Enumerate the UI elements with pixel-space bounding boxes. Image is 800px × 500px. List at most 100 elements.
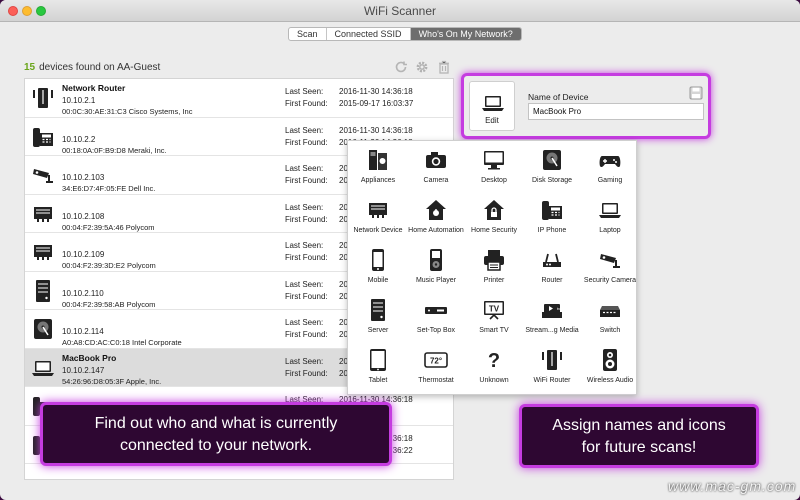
last-seen-label: Last Seen: <box>285 279 324 289</box>
ip-phone-icon <box>540 198 564 222</box>
icon-option-laptop[interactable]: Laptop <box>581 192 639 242</box>
appliances-icon <box>366 148 390 172</box>
banner-right-line-2: for future scans! <box>581 439 697 456</box>
icon-option-label: Security Camera <box>583 277 637 284</box>
device-ip: 10.10.2.110 <box>62 288 104 298</box>
router-icon <box>540 248 564 272</box>
icon-option-camera[interactable]: Camera <box>407 142 465 192</box>
icon-option-ip-phone[interactable]: IP Phone <box>523 192 581 242</box>
icon-option-switch[interactable]: Switch <box>581 292 639 342</box>
icon-option-label: Stream...g Media <box>525 327 579 334</box>
refresh-icon[interactable] <box>394 60 408 74</box>
last-seen-value: 2016-11-30 14:36:18 <box>339 87 413 96</box>
icon-option-mobile[interactable]: Mobile <box>349 242 407 292</box>
disk-storage-icon <box>540 148 564 172</box>
icon-option-label: Desktop <box>481 177 507 184</box>
icon-option-label: Appliances <box>360 177 396 184</box>
disk-storage-icon <box>31 316 55 342</box>
trash-icon[interactable] <box>437 60 451 74</box>
icon-option-label: Camera <box>423 177 449 184</box>
icon-option-gaming[interactable]: Gaming <box>581 142 639 192</box>
icon-option-label: Printer <box>483 277 505 284</box>
last-seen-label: Last Seen: <box>285 87 324 96</box>
icon-option-label: Music Player <box>415 277 457 284</box>
icon-option-label: Home Automation <box>408 227 464 234</box>
security-camera-icon <box>31 162 55 188</box>
icon-option-label: IP Phone <box>537 227 567 234</box>
icon-option-home-security[interactable]: Home Security <box>465 192 523 242</box>
device-ip: 10.10.2.2 <box>62 134 96 144</box>
device-ip: 10.10.2.147 <box>62 365 105 375</box>
icon-option-thermostat[interactable]: 72° Thermostat <box>407 342 465 392</box>
icon-option-desktop[interactable]: Desktop <box>465 142 523 192</box>
tab-connected-ssid[interactable]: Connected SSID <box>327 28 411 40</box>
network-device-icon <box>31 239 55 265</box>
tablet-icon <box>366 348 390 372</box>
icon-option-label: Thermostat <box>418 377 454 384</box>
icon-option-server[interactable]: Server <box>349 292 407 342</box>
network-device-icon <box>31 201 55 227</box>
icon-option-wireless-audio[interactable]: Wireless Audio <box>581 342 639 392</box>
device-ip: 10.10.2.109 <box>62 250 105 259</box>
smart-tv-icon: TV <box>482 298 506 322</box>
last-seen-value: 2016-11-30 14:36:18 <box>339 125 413 135</box>
icon-option-label: Router <box>541 277 563 284</box>
first-found-label: First Found: <box>285 137 328 147</box>
icon-option-label: Laptop <box>599 227 621 234</box>
switch-icon <box>598 298 622 322</box>
desktop-icon <box>482 148 506 172</box>
ip-phone-icon <box>31 124 55 150</box>
gaming-icon <box>598 148 622 172</box>
window-title: WiFi Scanner <box>363 4 437 18</box>
icon-option-label: Tablet <box>368 377 388 384</box>
device-mac: 34:E6:D7:4F:05:FE Dell Inc. <box>62 184 156 193</box>
device-name-input[interactable] <box>528 103 704 120</box>
device-mac: 00:18:0A:0F:B9:D8 Meraki, Inc. <box>62 145 167 155</box>
last-seen-label: Last Seen: <box>285 356 324 366</box>
icon-option-set-top-box[interactable]: Set-Top Box <box>407 292 465 342</box>
icon-option-printer[interactable]: Printer <box>465 242 523 292</box>
last-seen-label: Last Seen: <box>285 164 324 173</box>
device-row[interactable]: Network Router 10.10.2.1 00:0C:30:AE:31:C3… <box>25 79 453 118</box>
icon-option-wifi-router[interactable]: WiFi Router <box>523 342 581 392</box>
server-icon <box>31 278 55 304</box>
feature-banner-right: Assign names and icons for future scans! <box>519 404 759 468</box>
device-mac: 00:04:F2:39:5A:46 Polycom <box>62 222 155 232</box>
first-found-label: First Found: <box>285 99 328 108</box>
printer-icon <box>482 248 506 272</box>
laptop-icon <box>598 198 622 222</box>
icon-option-label: Switch <box>599 327 621 334</box>
icon-option-router[interactable]: Router <box>523 242 581 292</box>
icon-option-appliances[interactable]: Appliances <box>349 142 407 192</box>
camera-icon <box>424 148 448 172</box>
device-icon-picker[interactable]: Appliances Camera Desktop Disk Storage Gamin… <box>347 140 637 395</box>
tab-whos-on-my-network[interactable]: Who's On My Network? <box>410 28 521 40</box>
svg-text:tv: tv <box>557 306 560 311</box>
icon-option-network-device[interactable]: Network Device <box>349 192 407 242</box>
icon-option-security-camera[interactable]: Security Camera <box>581 242 639 292</box>
icon-option-home-automation[interactable]: Home Automation <box>407 192 465 242</box>
devices-found-summary: 15 devices found on AA-Guest <box>24 62 160 73</box>
icon-option-unknown[interactable]: ? Unknown <box>465 342 523 392</box>
security-camera-icon <box>598 248 622 272</box>
device-edit-panel: Edit Name of Device <box>461 73 711 139</box>
icon-option-music-player[interactable]: Music Player <box>407 242 465 292</box>
tab-scan[interactable]: Scan <box>289 28 327 40</box>
edit-icon-button[interactable]: Edit <box>469 81 515 131</box>
device-mac: 00:0C:30:AE:31:C3 Cisco Systems, Inc <box>62 107 193 116</box>
first-found-label: First Found: <box>285 368 328 378</box>
icon-option-disk-storage[interactable]: Disk Storage <box>523 142 581 192</box>
mobile-icon <box>366 248 390 272</box>
edit-button-label: Edit <box>485 116 499 125</box>
icon-option-smart-tv[interactable]: TV Smart TV <box>465 292 523 342</box>
device-name: MacBook Pro <box>62 352 117 363</box>
banner-right-line-1: Assign names and icons <box>552 417 726 434</box>
banner-left-line-2: connected to your network. <box>119 437 313 454</box>
save-icon[interactable] <box>689 86 703 100</box>
gear-icon[interactable] <box>415 60 429 74</box>
icon-option-tablet[interactable]: Tablet <box>349 342 407 392</box>
device-mac: A0:A8:CD:AC:C0:18 Intel Corporate <box>62 338 182 347</box>
home-security-icon <box>482 198 506 222</box>
device-mac: 00:04:F2:39:58:AB Polycom <box>62 299 156 309</box>
icon-option-streaming-media[interactable]: tv Stream...g Media <box>523 292 581 342</box>
